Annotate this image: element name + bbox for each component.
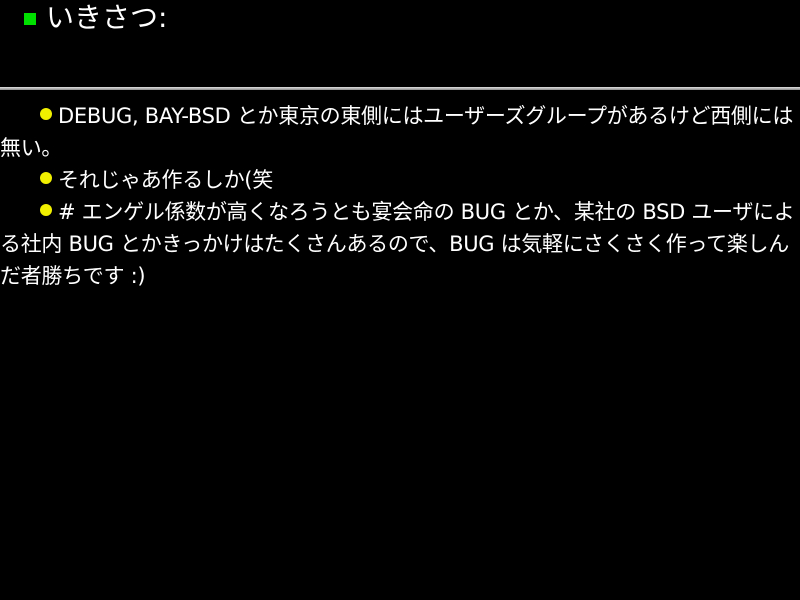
divider — [0, 87, 800, 90]
title-row: いきさつ: — [24, 0, 167, 36]
bullet-item-text: # エンゲル係数が高くなろうとも宴会命の BUG とか、某社の BSD ユーザに… — [0, 200, 795, 288]
square-bullet-icon — [24, 13, 36, 25]
bullet-item: それじゃあ作るしか(笑 — [0, 164, 800, 196]
bullet-item-text: DEBUG, BAY-BSD とか東京の東側にはユーザーズグループがあるけど西側… — [0, 104, 794, 160]
bullet-item: DEBUG, BAY-BSD とか東京の東側にはユーザーズグループがあるけど西側… — [0, 100, 800, 164]
circle-bullet-icon — [40, 204, 52, 216]
circle-bullet-icon — [40, 108, 52, 120]
bullet-item: # エンゲル係数が高くなろうとも宴会命の BUG とか、某社の BSD ユーザに… — [0, 196, 800, 292]
slide-title: いきさつ: — [46, 1, 168, 34]
slide: いきさつ: DEBUG, BAY-BSD とか東京の東側にはユーザーズグループが… — [0, 0, 800, 600]
slide-body: DEBUG, BAY-BSD とか東京の東側にはユーザーズグループがあるけど西側… — [0, 100, 800, 292]
circle-bullet-icon — [40, 172, 52, 184]
bullet-item-text: それじゃあ作るしか(笑 — [58, 168, 273, 192]
